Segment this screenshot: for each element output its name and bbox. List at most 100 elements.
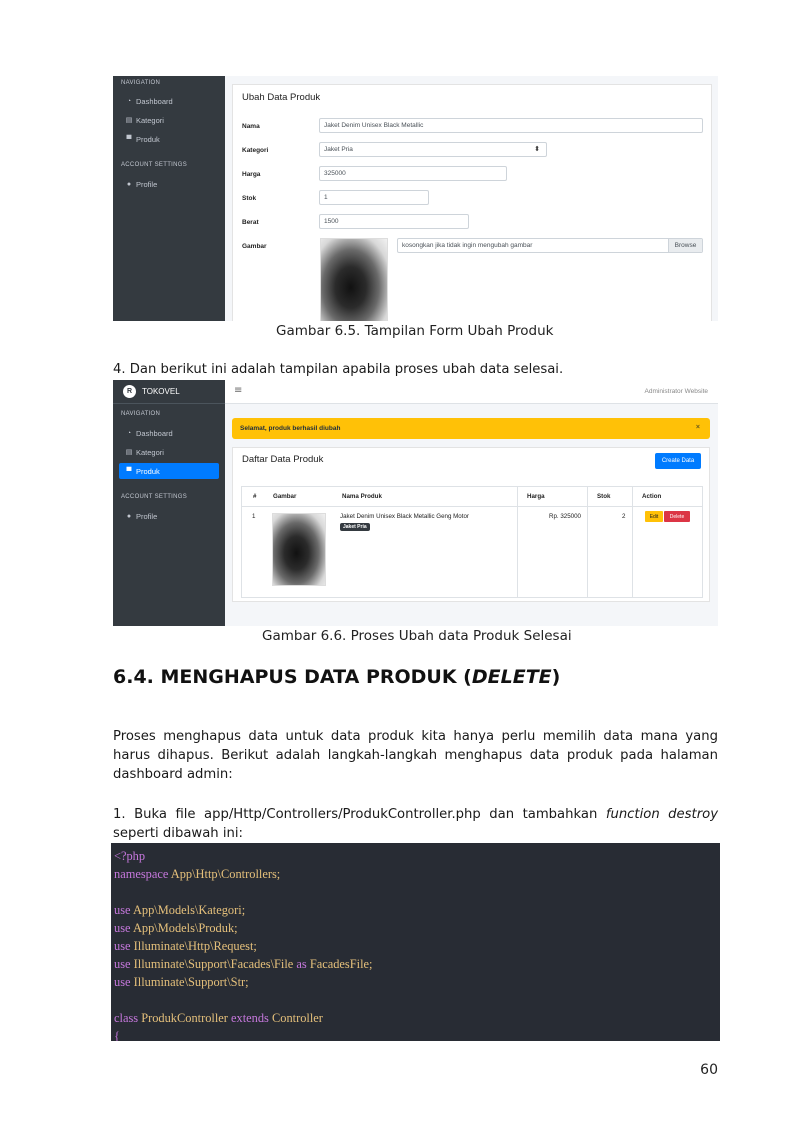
code-line: use Illuminate\Support\Facades\File as F… bbox=[114, 955, 717, 973]
product-list-screenshot: NAVIGATION ◔ Dashboard ▤ Kategori ▀ Prod… bbox=[113, 380, 718, 626]
sidebar-item-kategori[interactable]: ▤ Kategori bbox=[119, 444, 219, 460]
harga-input[interactable]: 325000 bbox=[319, 166, 507, 181]
product-table: # Gambar Nama Produk Harga Stok Action 1… bbox=[241, 486, 703, 598]
user-icon: ● bbox=[126, 512, 132, 520]
sidebar-item-label: Dashboard bbox=[136, 428, 173, 438]
nama-input[interactable]: Jaket Denim Unisex Black Metallic bbox=[319, 118, 703, 133]
product-name: Jaket Denim Unisex Black Metallic Geng M… bbox=[340, 513, 469, 520]
code-block: <?php namespace App\Http\Controllers; us… bbox=[111, 843, 720, 1041]
edit-product-card: Ubah Data Produk Nama Jaket Denim Unisex… bbox=[232, 84, 712, 321]
code-keyword: use bbox=[114, 903, 131, 917]
tshirt-icon: ▀ bbox=[126, 467, 132, 475]
tshirt-icon: ▀ bbox=[126, 135, 132, 143]
sidebar-item-label: Produk bbox=[136, 466, 160, 476]
account-header: ACCOUNT SETTINGS bbox=[121, 494, 188, 500]
figure-caption-6-5: Gambar 6.5. Tampilan Form Ubah Produk bbox=[276, 323, 554, 339]
browse-button[interactable]: Browse bbox=[668, 239, 702, 252]
code-keyword: use bbox=[114, 957, 131, 971]
divider bbox=[587, 487, 588, 597]
code-line: use Illuminate\Support\Str; bbox=[114, 973, 717, 991]
code-keyword: use bbox=[114, 975, 131, 989]
code-token: Illuminate\Support\Facades\File bbox=[130, 957, 297, 971]
code-keyword: extends bbox=[231, 1011, 269, 1025]
close-icon[interactable]: × bbox=[696, 424, 700, 431]
tachometer-icon: ◔ bbox=[126, 97, 132, 105]
berat-input[interactable]: 1500 bbox=[319, 214, 469, 229]
sidebar-item-produk[interactable]: ▀ Produk bbox=[119, 463, 219, 479]
tachometer-icon: ◔ bbox=[126, 429, 132, 437]
list-icon: ▤ bbox=[125, 117, 133, 124]
code-token: { bbox=[114, 1029, 120, 1041]
sidebar-item-label: Kategori bbox=[136, 447, 164, 457]
column-header: Harga bbox=[527, 493, 545, 500]
column-header: Stok bbox=[597, 493, 611, 500]
code-token: <?php bbox=[114, 849, 146, 863]
brand-name: TOKOVEL bbox=[142, 387, 180, 396]
code-line: namespace App\Http\Controllers; bbox=[114, 865, 717, 883]
sidebar-item-label: Profile bbox=[136, 511, 158, 521]
stok-input[interactable]: 1 bbox=[319, 190, 429, 205]
user-menu[interactable]: Administrator Website bbox=[645, 388, 708, 395]
sidebar-item-label: Dashboard bbox=[136, 96, 173, 106]
step-4-text: 4. Dan berikut ini adalah tampilan apabi… bbox=[113, 362, 564, 377]
code-token: Illuminate\Http\Request; bbox=[130, 939, 257, 953]
sidebar-item-dashboard[interactable]: ◔ Dashboard bbox=[119, 425, 219, 441]
column-header: Action bbox=[642, 493, 662, 500]
select-caret-icon: ⬍ bbox=[534, 146, 540, 153]
sidebar-item-produk[interactable]: ▀ Produk bbox=[119, 131, 219, 147]
sidebar-item-label: Profile bbox=[136, 179, 158, 189]
nav-header: NAVIGATION bbox=[121, 411, 161, 417]
sidebar-item-profile[interactable]: ● Profile bbox=[119, 176, 219, 192]
file-input-placeholder: kosongkan jika tidak ingin mengubah gamb… bbox=[402, 242, 533, 249]
category-badge: Jaket Pria bbox=[340, 523, 370, 531]
product-list-card: Daftar Data Produk Create Data # Gambar … bbox=[232, 447, 710, 602]
code-line: use Illuminate\Http\Request; bbox=[114, 937, 717, 955]
product-price: Rp. 325000 bbox=[549, 513, 581, 520]
heading-emphasis: DELETE bbox=[471, 666, 552, 688]
list-icon: ▤ bbox=[125, 449, 133, 456]
code-keyword: as bbox=[296, 957, 307, 971]
divider bbox=[632, 487, 633, 597]
gambar-label: Gambar bbox=[242, 243, 267, 250]
gambar-file-input[interactable]: kosongkan jika tidak ingin mengubah gamb… bbox=[397, 238, 703, 253]
nav-header: NAVIGATION bbox=[121, 80, 161, 86]
row-number: 1 bbox=[252, 513, 256, 520]
brand[interactable]: R TOKOVEL bbox=[113, 380, 225, 404]
kategori-value: Jaket Pria bbox=[324, 146, 353, 153]
code-token: App\Models\Kategori; bbox=[130, 903, 246, 917]
sidebar: NAVIGATION ◔ Dashboard ▤ Kategori ▀ Prod… bbox=[113, 380, 225, 626]
berat-label: Berat bbox=[242, 219, 259, 226]
sidebar-item-kategori[interactable]: ▤ Kategori bbox=[119, 112, 219, 128]
page-number: 60 bbox=[700, 1062, 718, 1078]
product-stock: 2 bbox=[622, 513, 626, 520]
code-line: <?php bbox=[114, 847, 717, 865]
list-title: Daftar Data Produk bbox=[242, 454, 324, 465]
sidebar: NAVIGATION ◔ Dashboard ▤ Kategori ▀ Prod… bbox=[113, 76, 225, 321]
kategori-select[interactable]: Jaket Pria ⬍ bbox=[319, 142, 547, 157]
sidebar-item-dashboard[interactable]: ◔ Dashboard bbox=[119, 93, 219, 109]
code-line: class ProdukController extends Controlle… bbox=[114, 1009, 717, 1027]
brand-logo: R bbox=[123, 385, 136, 398]
edit-button[interactable]: Edit bbox=[645, 511, 663, 522]
product-image-preview bbox=[320, 238, 388, 321]
code-keyword: class bbox=[114, 1011, 139, 1025]
code-keyword: namespace bbox=[114, 867, 169, 881]
hamburger-menu-icon[interactable]: ≡ bbox=[234, 385, 242, 396]
create-data-button[interactable]: Create Data bbox=[655, 453, 701, 469]
code-keyword: use bbox=[114, 939, 131, 953]
sidebar-item-label: Produk bbox=[136, 134, 160, 144]
code-token: Illuminate\Support\Str; bbox=[130, 975, 249, 989]
sidebar-item-label: Kategori bbox=[136, 115, 164, 125]
column-header: # bbox=[253, 493, 257, 500]
figure-caption-6-6: Gambar 6.6. Proses Ubah data Produk Sele… bbox=[262, 628, 572, 644]
delete-button[interactable]: Delete bbox=[664, 511, 690, 522]
heading-text: 6.4. MENGHAPUS DATA PRODUK ( bbox=[113, 666, 472, 688]
sidebar-item-profile[interactable]: ● Profile bbox=[119, 508, 219, 524]
top-navbar: ≡ Administrator Website bbox=[225, 380, 718, 404]
code-token: App\Http\Controllers; bbox=[168, 867, 281, 881]
step-1-part: seperti dibawah ini: bbox=[113, 826, 243, 841]
product-thumbnail bbox=[272, 513, 326, 586]
form-title: Ubah Data Produk bbox=[242, 92, 321, 103]
code-line: { bbox=[114, 1027, 717, 1041]
